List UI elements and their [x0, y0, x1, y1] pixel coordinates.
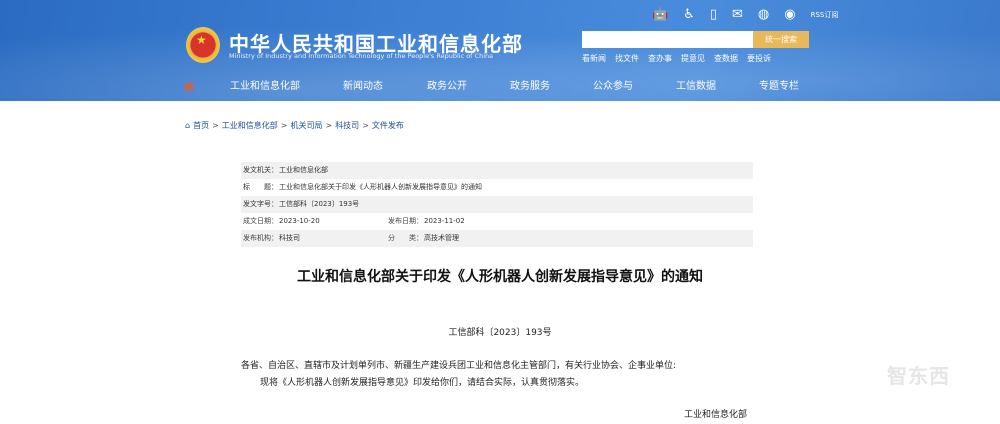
- written-label: 成文日期：: [243, 217, 278, 225]
- published-date: 发布日期： 2023-11-02: [388, 213, 533, 230]
- document-info-table: 发文机关： 工业和信息化部 标 题： 工业和信息化部关于印发《人形机器人创新发展指导…: [241, 162, 753, 247]
- info-row-issuer: 发文机关： 工业和信息化部: [241, 162, 753, 179]
- nav-item-gov-services[interactable]: 政务服务: [510, 77, 593, 92]
- document-signature: 工业和信息化部: [684, 410, 748, 420]
- mail-icon[interactable]: ✉: [732, 7, 743, 22]
- breadcrumb-file-release[interactable]: 文件发布: [372, 120, 404, 131]
- info-row-org: 发布机构： 科技司 分 类： 高技术管理: [241, 230, 753, 247]
- breadcrumb: ⌂ 首页 > 工业和信息化部 > 机关司局 > 科技司 > 文件发布: [185, 120, 404, 131]
- document-title: 工业和信息化部关于印发《人形机器人创新发展指导意见》的通知: [297, 269, 703, 285]
- org-value: 科技司: [279, 234, 300, 242]
- issuer-value: 工业和信息化部: [279, 166, 328, 174]
- quick-link-services[interactable]: 查办事: [648, 53, 672, 64]
- nav-item-data[interactable]: 工信数据: [676, 77, 759, 92]
- published-value: 2023-11-02: [424, 217, 465, 225]
- title-label: 标 题：: [243, 183, 278, 191]
- info-row-title: 标 题： 工业和信息化部关于印发《人形机器人创新发展指导意见》的通知: [241, 179, 753, 196]
- published-label: 发布日期：: [388, 217, 423, 225]
- breadcrumb-separator: >: [280, 121, 288, 130]
- watermark-logo: 智东西: [887, 364, 950, 388]
- breadcrumb-separator: >: [362, 121, 369, 130]
- category-label: 分 类：: [388, 234, 423, 242]
- home-icon[interactable]: ⌂: [185, 121, 190, 130]
- mobile-icon[interactable]: ▯: [710, 7, 717, 22]
- e-gov-logo-icon[interactable]: e: [184, 77, 194, 95]
- weibo-icon[interactable]: ◉: [784, 7, 795, 22]
- quick-link-data[interactable]: 查数据: [714, 53, 738, 64]
- category-value: 高技术管理: [424, 234, 459, 242]
- breadcrumb-tech-dept[interactable]: 科技司: [335, 120, 359, 131]
- quick-link-feedback[interactable]: 提意见: [681, 53, 705, 64]
- robot-icon[interactable]: 🤖: [652, 7, 668, 22]
- search-button[interactable]: 统一搜索: [753, 31, 809, 48]
- docno-label: 发文字号：: [243, 200, 278, 208]
- info-row-dates: 成文日期： 2023-10-20 发布日期： 2023-11-02: [241, 213, 753, 230]
- title-value: 工业和信息化部关于印发《人形机器人创新发展指导意见》的通知: [279, 183, 482, 191]
- main-nav: 工业和信息化部 新闻动态 政务公开 政务服务 公众参与 工信数据 专题专栏: [230, 77, 799, 92]
- category: 分 类： 高技术管理: [388, 230, 533, 247]
- org-label: 发布机构：: [243, 234, 278, 242]
- breadcrumb-ministry[interactable]: 工业和信息化部: [222, 120, 278, 131]
- search-input[interactable]: [582, 31, 753, 48]
- accessibility-icon[interactable]: ♿: [683, 7, 695, 22]
- nav-item-gov-affairs[interactable]: 政务公开: [427, 77, 510, 92]
- national-emblem-logo: [186, 27, 220, 63]
- quick-links: 看新闻 找文件 查办事 提意见 查数据 要投诉: [582, 53, 771, 64]
- top-toolbar: 🤖 ♿ ▯ ✉ ◍ ◉ RSS订阅: [652, 7, 838, 22]
- quick-link-complaint[interactable]: 要投诉: [747, 53, 771, 64]
- breadcrumb-separator: >: [325, 121, 333, 130]
- issuer-label: 发文机关：: [243, 166, 278, 174]
- written-date: 成文日期： 2023-10-20: [243, 213, 388, 230]
- document-addressee: 各省、自治区、直辖市及计划单列市、新疆生产建设兵团工业和信息化主管部门，有关行业…: [241, 361, 677, 371]
- site-subtitle: Ministry of Industry and Information Tec…: [229, 52, 494, 60]
- docno-value: 工信部科〔2023〕193号: [279, 200, 360, 208]
- nav-item-news[interactable]: 新闻动态: [343, 77, 427, 92]
- nav-item-ministry[interactable]: 工业和信息化部: [230, 77, 343, 92]
- document-body: 现将《人形机器人创新发展指导意见》印发给你们，请结合实际，认真贯彻落实。: [260, 378, 585, 388]
- site-header: 中华人民共和国工业和信息化部 Ministry of Industry and …: [0, 0, 1000, 101]
- info-row-docno: 发文字号： 工信部科〔2023〕193号: [241, 196, 753, 213]
- wechat-icon[interactable]: ◍: [758, 7, 769, 22]
- quick-link-files[interactable]: 找文件: [615, 53, 639, 64]
- org: 发布机构： 科技司: [243, 230, 388, 247]
- rss-link[interactable]: RSS订阅: [811, 10, 839, 20]
- breadcrumb-home[interactable]: 首页: [193, 120, 209, 131]
- document-number: 工信部科〔2023〕193号: [448, 328, 552, 338]
- nav-item-participation[interactable]: 公众参与: [593, 77, 676, 92]
- quick-link-news[interactable]: 看新闻: [582, 53, 606, 64]
- nav-item-topics[interactable]: 专题专栏: [759, 77, 799, 92]
- written-value: 2023-10-20: [279, 217, 320, 225]
- breadcrumb-separator: >: [212, 121, 219, 130]
- breadcrumb-departments[interactable]: 机关司局: [290, 120, 322, 131]
